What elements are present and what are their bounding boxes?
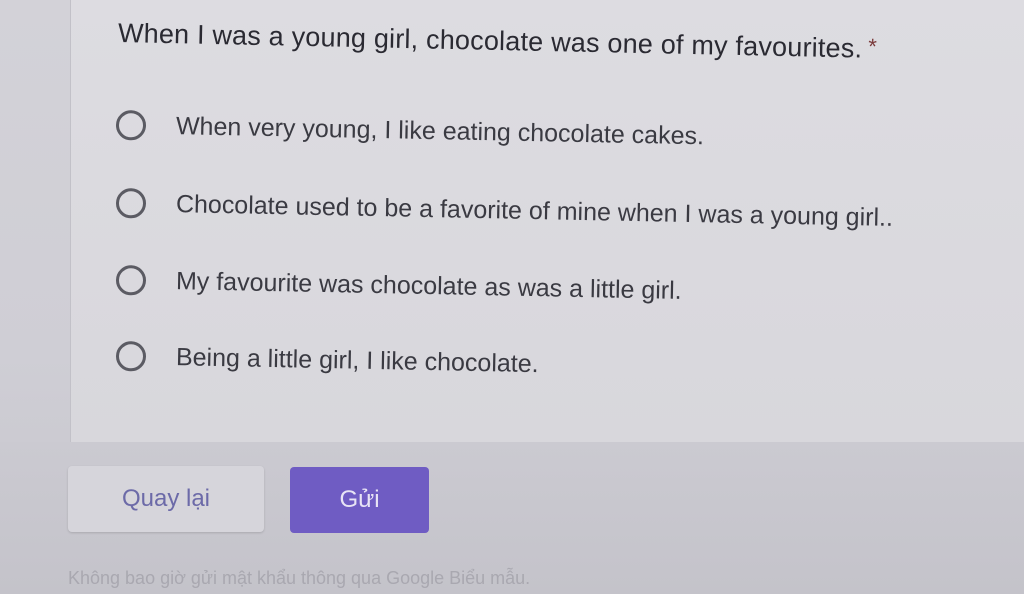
form-page: When I was a young girl, chocolate was o…: [0, 0, 1024, 594]
radio-button-icon[interactable]: [115, 188, 147, 219]
required-asterisk: *: [868, 33, 878, 59]
option-label: Being a little girl, I like chocolate.: [175, 342, 539, 378]
radio-button-icon[interactable]: [115, 110, 147, 141]
radio-button-icon[interactable]: [115, 265, 147, 296]
radio-button-icon[interactable]: [115, 341, 147, 372]
password-warning-note: Không bao giờ gửi mật khẩu thông qua Goo…: [68, 568, 531, 588]
submit-button[interactable]: Gửi: [290, 467, 429, 533]
back-button[interactable]: Quay lại: [68, 466, 264, 532]
